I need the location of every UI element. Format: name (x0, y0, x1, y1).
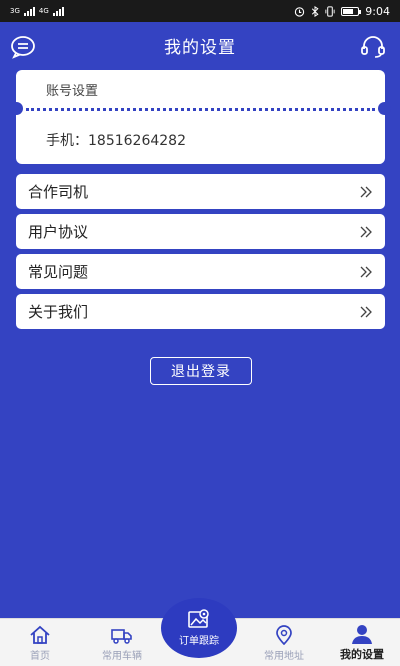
menu-item-label: 关于我们 (28, 303, 89, 321)
truck-icon (111, 629, 132, 644)
signal-icon (23, 6, 35, 16)
tab-settings-label: 我的设置 (340, 648, 384, 661)
phone-row: 手机：18516264282 (46, 130, 186, 150)
network-type-2: 4G (38, 7, 49, 15)
tab-home-label: 首页 (30, 651, 50, 662)
dotted-divider (26, 108, 375, 111)
tab-home[interactable]: 首页 (18, 619, 62, 666)
clock-time: 9:04 (365, 4, 390, 18)
page-title: 我的设置 (164, 37, 236, 58)
phone-number: 18516264282 (88, 133, 186, 149)
account-settings-title: 账号设置 (46, 84, 99, 99)
map-pin-icon (276, 625, 292, 645)
menu-item-label: 用户协议 (28, 223, 89, 241)
network-type-1: 3G (10, 7, 20, 15)
menu-item-label: 常见问题 (28, 263, 89, 281)
tab-addresses[interactable]: 常用地址 (244, 619, 324, 666)
account-settings-card: 账号设置 手机：18516264282 (10, 70, 391, 164)
double-chevron-right-icon (360, 306, 372, 317)
alarm-icon (295, 6, 305, 17)
user-icon (352, 625, 372, 644)
map-route-icon (188, 609, 209, 628)
headset-icon[interactable] (360, 35, 386, 59)
status-right: 9:04 (294, 5, 390, 18)
status-bar: 3G 4G 9:04 (0, 0, 400, 22)
tab-vehicles[interactable]: 常用车辆 (82, 619, 162, 666)
tab-settings[interactable]: 我的设置 (326, 619, 398, 666)
signal-icon (52, 6, 64, 16)
battery-icon (341, 6, 362, 16)
logout-button[interactable]: 退出登录 (150, 357, 252, 385)
card-notch (10, 102, 23, 115)
card-notch (378, 102, 391, 115)
tab-vehicles-label: 常用车辆 (102, 651, 142, 662)
vibrate-icon (325, 5, 335, 17)
double-chevron-right-icon (360, 226, 372, 237)
double-chevron-right-icon (360, 266, 372, 277)
tab-order-tracking[interactable]: 订单跟踪 (161, 598, 237, 658)
tab-addresses-label: 常用地址 (264, 651, 304, 662)
home-icon (30, 625, 50, 644)
double-chevron-right-icon (360, 186, 372, 197)
tab-order-tracking-label: 订单跟踪 (179, 636, 219, 647)
bluetooth-icon (312, 5, 319, 17)
signal-indicators: 3G 4G (10, 6, 64, 16)
menu-item-label: 合作司机 (28, 183, 89, 201)
menu-item-faq[interactable]: 常见问题 (16, 254, 385, 289)
menu-item-partner-drivers[interactable]: 合作司机 (16, 174, 385, 209)
top-nav-bar: 我的设置 (0, 22, 400, 68)
phone-label: 手机： (46, 133, 88, 149)
message-icon[interactable] (10, 35, 36, 59)
menu-item-user-agreement[interactable]: 用户协议 (16, 214, 385, 249)
menu-item-about-us[interactable]: 关于我们 (16, 294, 385, 329)
